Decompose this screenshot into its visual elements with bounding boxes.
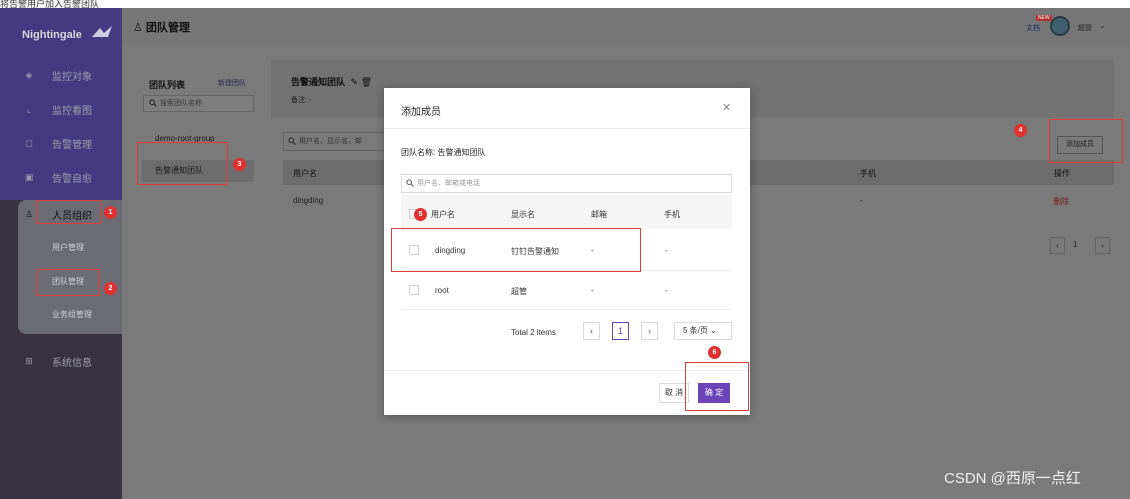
- row-display-name: 超管: [511, 287, 527, 296]
- edit-icon[interactable]: ✎: [351, 77, 359, 87]
- modal-team-label: 团队名称: 告警通知团队: [401, 148, 486, 157]
- step-badge: 4: [1014, 124, 1027, 137]
- pager-next-button[interactable]: ›: [1095, 237, 1110, 254]
- team-name: 告警通知团队: [291, 77, 346, 87]
- heal-icon: ▣: [24, 172, 34, 182]
- sidebar: Nightingale ◈ 监控对象 ⌞ 监控看图 ◻ 告警管理 ▣ 告警自愈 …: [0, 8, 122, 499]
- watermark: CSDN @西原一点红: [944, 470, 1081, 487]
- highlight-dingding-row: [391, 228, 641, 272]
- modal-search-input[interactable]: 用户名、邮箱或电话: [401, 174, 732, 193]
- avatar[interactable]: [1050, 16, 1070, 36]
- delete-member-link[interactable]: 删除: [1053, 196, 1069, 207]
- page-title-text: 团队管理: [145, 22, 190, 34]
- column-header: 用户名: [431, 210, 455, 219]
- highlight-team-menu: [37, 269, 100, 296]
- team-search-input[interactable]: 搜索团队名称: [143, 95, 254, 112]
- pager-prev-button[interactable]: ‹: [1050, 237, 1065, 254]
- member-username: dingding: [293, 196, 324, 205]
- close-icon[interactable]: ✕: [722, 101, 731, 114]
- page-size-select[interactable]: 5 条/页 ⌄: [674, 322, 732, 340]
- column-header: 用户名: [293, 169, 317, 178]
- sidebar-item-alerts[interactable]: ◻ 告警管理: [0, 132, 122, 154]
- pagination-total: Total 2 items: [511, 328, 556, 337]
- sidebar-item-label: 系统信息: [52, 357, 92, 369]
- row-checkbox[interactable]: [409, 285, 419, 295]
- member-phone: -: [860, 196, 863, 205]
- pagination-page-button[interactable]: 1: [612, 322, 629, 340]
- submenu-users[interactable]: 用户管理: [52, 242, 84, 253]
- step-badge: 2: [104, 282, 117, 295]
- target-icon: ◈: [25, 70, 33, 80]
- team-list-title: 团队列表: [149, 80, 186, 90]
- user-name[interactable]: 超管: [1078, 23, 1092, 33]
- team-icon: ♙: [133, 22, 146, 34]
- submenu-business-groups[interactable]: 业务组管理: [52, 309, 92, 320]
- chevron-down-icon[interactable]: ⌄: [1099, 21, 1106, 30]
- column-header: 显示名: [511, 210, 535, 219]
- sidebar-item-dashboards[interactable]: ⌞ 监控看图: [0, 98, 122, 120]
- search-icon: [149, 99, 157, 107]
- column-header: 操作: [1054, 169, 1070, 178]
- brand-logo-text: Nightingale: [22, 29, 82, 41]
- page-title: ♙ 团队管理: [133, 19, 190, 35]
- docs-link[interactable]: 文档: [1026, 23, 1040, 33]
- row-divider: [401, 309, 732, 310]
- highlight-people-menu: [37, 200, 101, 224]
- step-badge: 6: [708, 346, 721, 359]
- bell-icon: ◻: [25, 138, 33, 148]
- row-email: -: [591, 286, 594, 295]
- step-badge: 1: [104, 206, 117, 219]
- row-phone: -: [665, 246, 668, 255]
- brand-logo-icon: [92, 26, 112, 37]
- new-team-link[interactable]: 新建团队: [218, 78, 246, 88]
- sidebar-item-label: 监控对象: [52, 71, 92, 83]
- step-badge: 5: [414, 208, 427, 221]
- column-header: 手机: [664, 210, 680, 219]
- modal-table-header: 用户名 显示名 邮箱 手机: [401, 195, 732, 229]
- sidebar-item-system-info[interactable]: ⊞ 系统信息: [0, 350, 122, 372]
- step-badge: 3: [233, 158, 246, 171]
- modal-title: 添加成员: [401, 107, 441, 118]
- top-header: ♙ 团队管理 文档 NEW 超管 ⌄: [122, 8, 1130, 45]
- sidebar-item-monitor-objects[interactable]: ◈ 监控对象: [0, 64, 122, 86]
- search-icon: [288, 137, 296, 145]
- highlight-team-item: [137, 142, 228, 185]
- column-header: 手机: [860, 169, 876, 178]
- column-header: 邮箱: [591, 210, 607, 219]
- pager-current[interactable]: 1: [1073, 240, 1077, 249]
- member-search-input[interactable]: 用户名、显示名、邮: [283, 132, 388, 151]
- row-phone: -: [665, 286, 668, 295]
- highlight-confirm: [685, 362, 749, 411]
- chart-icon: ⌞: [26, 104, 32, 114]
- team-remark: 备注: -: [291, 97, 312, 104]
- modal-divider: [384, 128, 750, 129]
- sidebar-item-self-healing[interactable]: ▣ 告警自愈: [0, 166, 122, 188]
- highlight-add-member: [1049, 119, 1123, 163]
- grid-icon: ⊞: [25, 356, 33, 366]
- search-icon: [406, 179, 414, 187]
- sidebar-item-label: 告警自愈: [52, 173, 92, 185]
- pagination-prev-button[interactable]: ‹: [583, 322, 600, 340]
- sidebar-item-label: 告警管理: [52, 139, 92, 151]
- app-window: Nightingale ◈ 监控对象 ⌞ 监控看图 ◻ 告警管理 ▣ 告警自愈 …: [0, 8, 1130, 499]
- page-size-value: 5 条/页: [683, 326, 708, 335]
- team-search-placeholder: 搜索团队名称: [160, 100, 202, 107]
- modal-search-placeholder: 用户名、邮箱或电话: [417, 180, 480, 187]
- new-badge: NEW: [1036, 15, 1052, 21]
- sidebar-item-label: 监控看图: [52, 105, 92, 117]
- member-search-placeholder: 用户名、显示名、邮: [299, 138, 362, 145]
- row-username: root: [435, 286, 449, 295]
- user-icon: ♙: [24, 209, 34, 219]
- header-actions: 文档 NEW 超管 ⌄: [1010, 12, 1130, 40]
- delete-icon[interactable]: 🗑: [361, 77, 372, 87]
- team-detail-title: 告警通知团队 ✎ 🗑: [291, 75, 372, 88]
- chevron-down-icon: ⌄: [710, 326, 717, 335]
- team-list-panel: [132, 60, 260, 499]
- pagination-next-button[interactable]: ›: [641, 322, 658, 340]
